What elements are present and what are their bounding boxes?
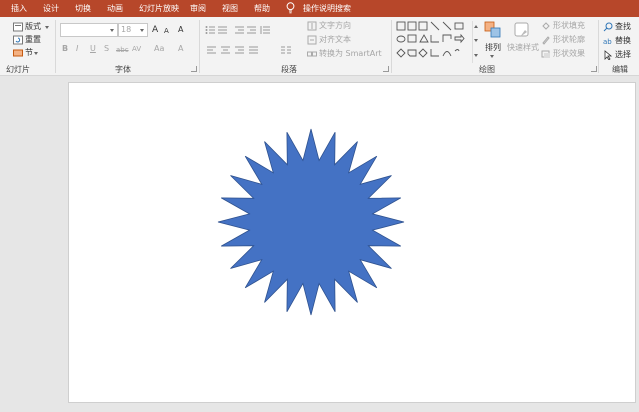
align-text-button[interactable]: 对齐文本 xyxy=(319,35,351,45)
tab-slideshow[interactable]: 幻灯片放映 xyxy=(139,2,179,15)
replace-icon: ab xyxy=(603,38,612,46)
line-spacing-icon[interactable] xyxy=(260,25,270,35)
reset-button[interactable]: 重置 xyxy=(25,35,41,45)
group-divider xyxy=(199,20,200,73)
quick-styles-icon xyxy=(514,22,529,37)
font-name-combobox[interactable] xyxy=(60,23,118,37)
tell-me-search[interactable]: 操作说明搜索 xyxy=(303,2,351,15)
arrange-icon xyxy=(484,21,501,38)
gallery-down-arrow[interactable] xyxy=(474,39,478,42)
section-icon xyxy=(13,49,23,57)
star-24-point-shape[interactable] xyxy=(69,83,637,404)
smartart-icon xyxy=(307,51,317,57)
tab-help[interactable]: 帮助 xyxy=(254,2,270,15)
font-name-dropdown-arrow[interactable] xyxy=(110,29,114,32)
layout-icon xyxy=(13,22,23,32)
svg-text:ab: ab xyxy=(603,38,612,46)
arrange-button[interactable]: 排列 xyxy=(485,43,501,53)
alignment-icons[interactable] xyxy=(207,45,265,55)
group-divider xyxy=(391,20,392,73)
grow-font-button[interactable]: A xyxy=(152,25,158,35)
character-spacing-button[interactable]: AV xyxy=(132,44,141,54)
text-direction-icon xyxy=(307,21,317,31)
tab-insert[interactable]: 插入 xyxy=(11,2,27,15)
shape-effects-icon xyxy=(541,50,550,58)
drawing-dialog-launcher[interactable] xyxy=(591,66,597,72)
slide-editor-area xyxy=(0,77,639,412)
drawing-group-label: 绘图 xyxy=(479,65,495,74)
layout-button[interactable]: 版式 xyxy=(25,22,41,32)
tab-view[interactable]: 视图 xyxy=(222,2,238,15)
convert-to-smartart-button[interactable]: 转换为 SmartArt xyxy=(319,49,382,59)
text-shadow-button[interactable]: S xyxy=(104,44,109,54)
text-direction-button[interactable]: 文字方向 xyxy=(319,21,351,31)
change-case-button[interactable]: Aa xyxy=(154,44,164,54)
paragraph-dialog-launcher[interactable] xyxy=(383,66,389,72)
align-text-icon xyxy=(307,35,317,45)
indent-icon[interactable] xyxy=(235,25,257,35)
strikethrough-button[interactable]: abc xyxy=(116,45,129,55)
font-size-value: 18 xyxy=(121,25,132,34)
replace-button[interactable]: 替换 xyxy=(615,36,631,46)
ribbon: 版式 重置 节 幻灯片 18 A A A B I U S abc AV Aa A… xyxy=(0,17,639,76)
tab-animations[interactable]: 动画 xyxy=(107,2,123,15)
bold-button[interactable]: B xyxy=(62,44,68,54)
arrange-dropdown-arrow[interactable] xyxy=(490,55,494,58)
shape-outline-button[interactable]: 形状轮廓 xyxy=(553,35,585,45)
shrink-font-button[interactable]: A xyxy=(164,26,169,36)
shape-fill-button[interactable]: 形状填充 xyxy=(553,21,585,31)
section-dropdown-arrow[interactable] xyxy=(34,52,38,55)
paragraph-group-label: 段落 xyxy=(281,65,297,74)
quick-styles-button[interactable]: 快速样式 xyxy=(507,43,539,53)
tab-review[interactable]: 审阅 xyxy=(190,2,206,15)
clear-formatting-button[interactable]: A xyxy=(178,25,183,35)
editing-group-label: 编辑 xyxy=(612,65,628,74)
slides-group-label: 幻灯片 xyxy=(6,65,30,74)
search-icon xyxy=(603,22,613,32)
tab-transitions[interactable]: 切换 xyxy=(75,2,91,15)
reset-icon xyxy=(13,35,23,45)
font-dialog-launcher[interactable] xyxy=(191,66,197,72)
select-button[interactable]: 选择 xyxy=(615,50,631,60)
shape-fill-icon xyxy=(542,22,550,30)
tab-design[interactable]: 设计 xyxy=(43,2,59,15)
section-button[interactable]: 节 xyxy=(25,48,33,58)
group-divider xyxy=(598,20,599,73)
find-button[interactable]: 查找 xyxy=(615,22,631,32)
font-color-button[interactable]: A xyxy=(178,44,183,54)
star-shape-outline[interactable] xyxy=(217,128,405,316)
bullets-icon[interactable] xyxy=(205,25,229,35)
font-size-dropdown-arrow[interactable] xyxy=(140,29,144,32)
group-divider xyxy=(55,20,56,73)
italic-button[interactable]: I xyxy=(76,44,78,54)
underline-button[interactable]: U xyxy=(90,44,96,54)
shape-effects-button[interactable]: 形状效果 xyxy=(553,49,585,59)
lightbulb-icon[interactable] xyxy=(286,2,295,14)
slide-canvas[interactable] xyxy=(68,82,636,403)
cursor-icon xyxy=(604,50,613,60)
font-group-label: 字体 xyxy=(115,65,131,74)
font-size-combobox[interactable]: 18 xyxy=(118,23,148,37)
shapes-gallery[interactable] xyxy=(396,21,472,63)
gallery-up-arrow[interactable] xyxy=(474,25,478,28)
ribbon-tab-bar: 插入 设计 切换 动画 幻灯片放映 审阅 视图 帮助 操作说明搜索 xyxy=(0,0,639,17)
columns-icon[interactable] xyxy=(281,45,291,55)
gallery-more-arrow[interactable] xyxy=(474,54,478,57)
shapes-gallery-scroll[interactable] xyxy=(472,21,479,63)
layout-dropdown-arrow[interactable] xyxy=(45,26,49,29)
shape-outline-icon xyxy=(542,36,550,45)
